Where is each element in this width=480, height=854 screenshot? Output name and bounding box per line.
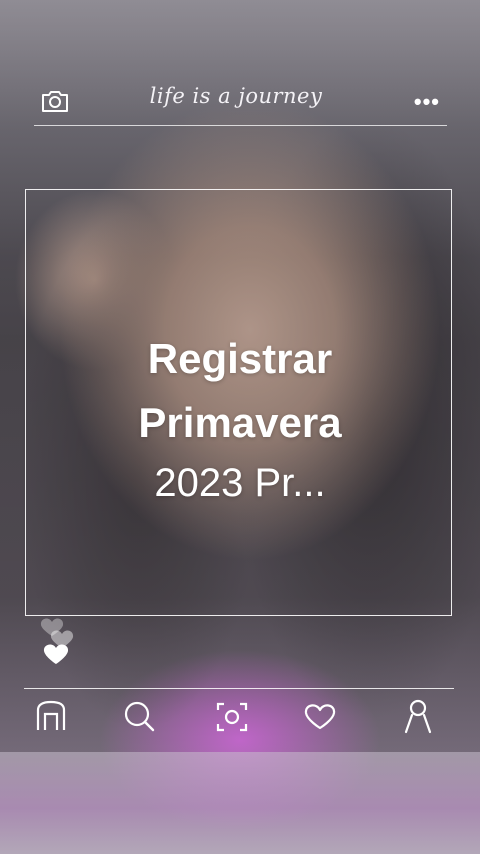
bottom-nav: [0, 696, 480, 740]
capture-icon[interactable]: [214, 696, 250, 736]
heart-icon: [40, 618, 74, 664]
more-icon[interactable]: •••: [414, 89, 440, 115]
video-frame: life is a journey ••• Registrar Primaver…: [0, 0, 480, 854]
bottom-blur-area: [0, 752, 480, 854]
template-title: life is a journey: [149, 84, 323, 108]
profile-icon[interactable]: [400, 696, 436, 736]
caption-line-1: Registrar: [147, 335, 333, 382]
caption-line-3: 2023 Pr...: [154, 461, 326, 505]
home-icon[interactable]: [33, 696, 69, 736]
reaction-hearts: [38, 610, 78, 670]
heart-icon[interactable]: [302, 696, 338, 736]
search-icon[interactable]: [121, 696, 157, 736]
template-header: life is a journey •••: [24, 80, 448, 124]
nav-divider: [24, 688, 454, 689]
header-divider: [34, 125, 447, 126]
caption-line-2: Primavera: [138, 399, 342, 446]
